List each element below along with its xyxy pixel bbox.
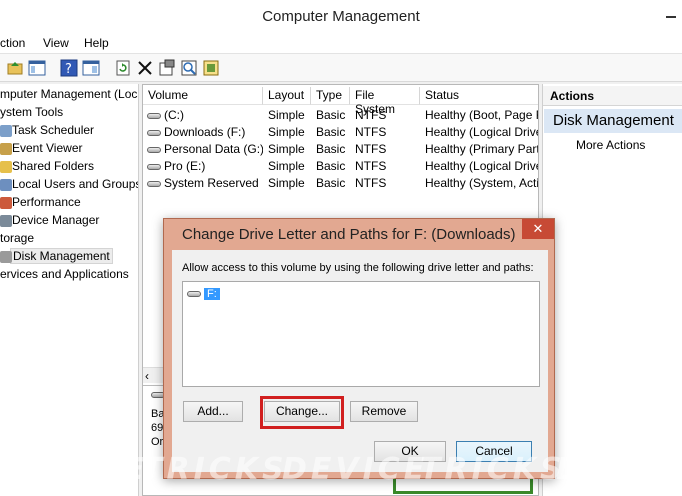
- title-bar: Computer Management: [0, 0, 682, 33]
- add-button[interactable]: Add...: [183, 401, 243, 422]
- column-header-status[interactable]: Status: [420, 87, 538, 105]
- properties-icon[interactable]: [158, 59, 176, 77]
- column-header-volume[interactable]: Volume: [143, 87, 263, 105]
- refresh-icon[interactable]: [114, 59, 132, 77]
- shared-folder-icon: [0, 161, 12, 173]
- table-row[interactable]: Personal Data (G:) Simple Basic NTFS Hea…: [143, 141, 538, 158]
- list-item[interactable]: F:: [187, 286, 220, 301]
- tree-item-disk-management[interactable]: Disk Management: [0, 248, 113, 264]
- performance-icon: [0, 197, 12, 209]
- search-icon[interactable]: [180, 59, 198, 77]
- menu-bar: ction View Help: [0, 33, 682, 54]
- tree-item-performance[interactable]: Performance: [0, 195, 81, 209]
- delete-icon[interactable]: [136, 59, 154, 77]
- help-icon[interactable]: ?: [60, 59, 78, 77]
- drive-icon: [187, 290, 201, 297]
- console-tree-icon[interactable]: [28, 59, 46, 77]
- clock-icon: [0, 125, 12, 137]
- dialog-close-button[interactable]: ✕: [522, 219, 554, 239]
- disk-icon: [0, 251, 12, 263]
- dialog-body: Allow access to this volume by using the…: [172, 250, 548, 472]
- tree-item-task-scheduler[interactable]: Task Scheduler: [0, 123, 94, 137]
- tree-item-services-applications[interactable]: ervices and Applications: [0, 267, 129, 281]
- menu-view[interactable]: View: [43, 36, 69, 50]
- change-button-highlight: [260, 396, 344, 429]
- window-title: Computer Management: [262, 8, 420, 25]
- svg-text:?: ?: [65, 62, 72, 77]
- drive-icon: [147, 180, 161, 187]
- menu-help[interactable]: Help: [84, 36, 109, 50]
- toolbar: ?: [0, 54, 682, 82]
- more-actions-link[interactable]: More Actions: [576, 138, 645, 152]
- tree-item-local-users-groups[interactable]: Local Users and Groups: [0, 177, 138, 191]
- drive-icon: [147, 146, 161, 153]
- tree-item-system-tools[interactable]: ystem Tools: [0, 105, 63, 119]
- table-row[interactable]: Downloads (F:) Simple Basic NTFS Healthy…: [143, 124, 538, 141]
- scroll-left-icon[interactable]: ‹: [145, 369, 149, 383]
- column-header-layout[interactable]: Layout: [263, 87, 311, 105]
- export-icon[interactable]: [202, 59, 220, 77]
- actions-header: Actions: [543, 86, 682, 106]
- disk-size-label: 69: [151, 422, 164, 434]
- tree-item-shared-folders[interactable]: Shared Folders: [0, 159, 94, 173]
- actions-pane: Actions Disk Management More Actions: [542, 84, 682, 496]
- console-tree: mputer Management (Local ystem Tools Tas…: [0, 84, 139, 496]
- device-manager-icon: [0, 215, 12, 227]
- table-row[interactable]: Pro (E:) Simple Basic NTFS Healthy (Logi…: [143, 158, 538, 175]
- drive-icon: [147, 129, 161, 136]
- table-row[interactable]: System Reserved Simple Basic NTFS Health…: [143, 175, 538, 192]
- dialog-title: Change Drive Letter and Paths for F: (Do…: [182, 226, 516, 243]
- folder-up-icon[interactable]: [6, 59, 24, 77]
- ok-button[interactable]: OK: [374, 441, 446, 462]
- dialog-instruction: Allow access to this volume by using the…: [182, 262, 534, 274]
- drive-paths-list[interactable]: F:: [182, 281, 540, 387]
- users-icon: [0, 179, 12, 191]
- minimize-button[interactable]: [660, 10, 682, 24]
- actions-section-disk-management[interactable]: Disk Management: [544, 109, 682, 133]
- tree-item-storage[interactable]: torage: [0, 231, 34, 245]
- cancel-button[interactable]: Cancel: [456, 441, 532, 462]
- event-viewer-icon: [0, 143, 12, 155]
- tree-item-device-manager[interactable]: Device Manager: [0, 213, 99, 227]
- tree-item-computer-management[interactable]: mputer Management (Local: [0, 87, 138, 101]
- table-row[interactable]: (C:) Simple Basic NTFS Healthy (Boot, Pa…: [143, 107, 538, 124]
- drive-icon: [147, 163, 161, 170]
- minimize-icon: [666, 16, 676, 18]
- show-hide-pane-icon[interactable]: [82, 59, 100, 77]
- disk-status-label: Or: [151, 436, 164, 448]
- change-drive-letter-dialog: Change Drive Letter and Paths for F: (Do…: [163, 218, 555, 479]
- menu-action[interactable]: ction: [0, 36, 25, 50]
- remove-button[interactable]: Remove: [350, 401, 418, 422]
- column-header-file-system[interactable]: File System: [350, 87, 420, 116]
- tree-item-event-viewer[interactable]: Event Viewer: [0, 141, 82, 155]
- column-header-type[interactable]: Type: [311, 87, 350, 105]
- drive-icon: [147, 112, 161, 119]
